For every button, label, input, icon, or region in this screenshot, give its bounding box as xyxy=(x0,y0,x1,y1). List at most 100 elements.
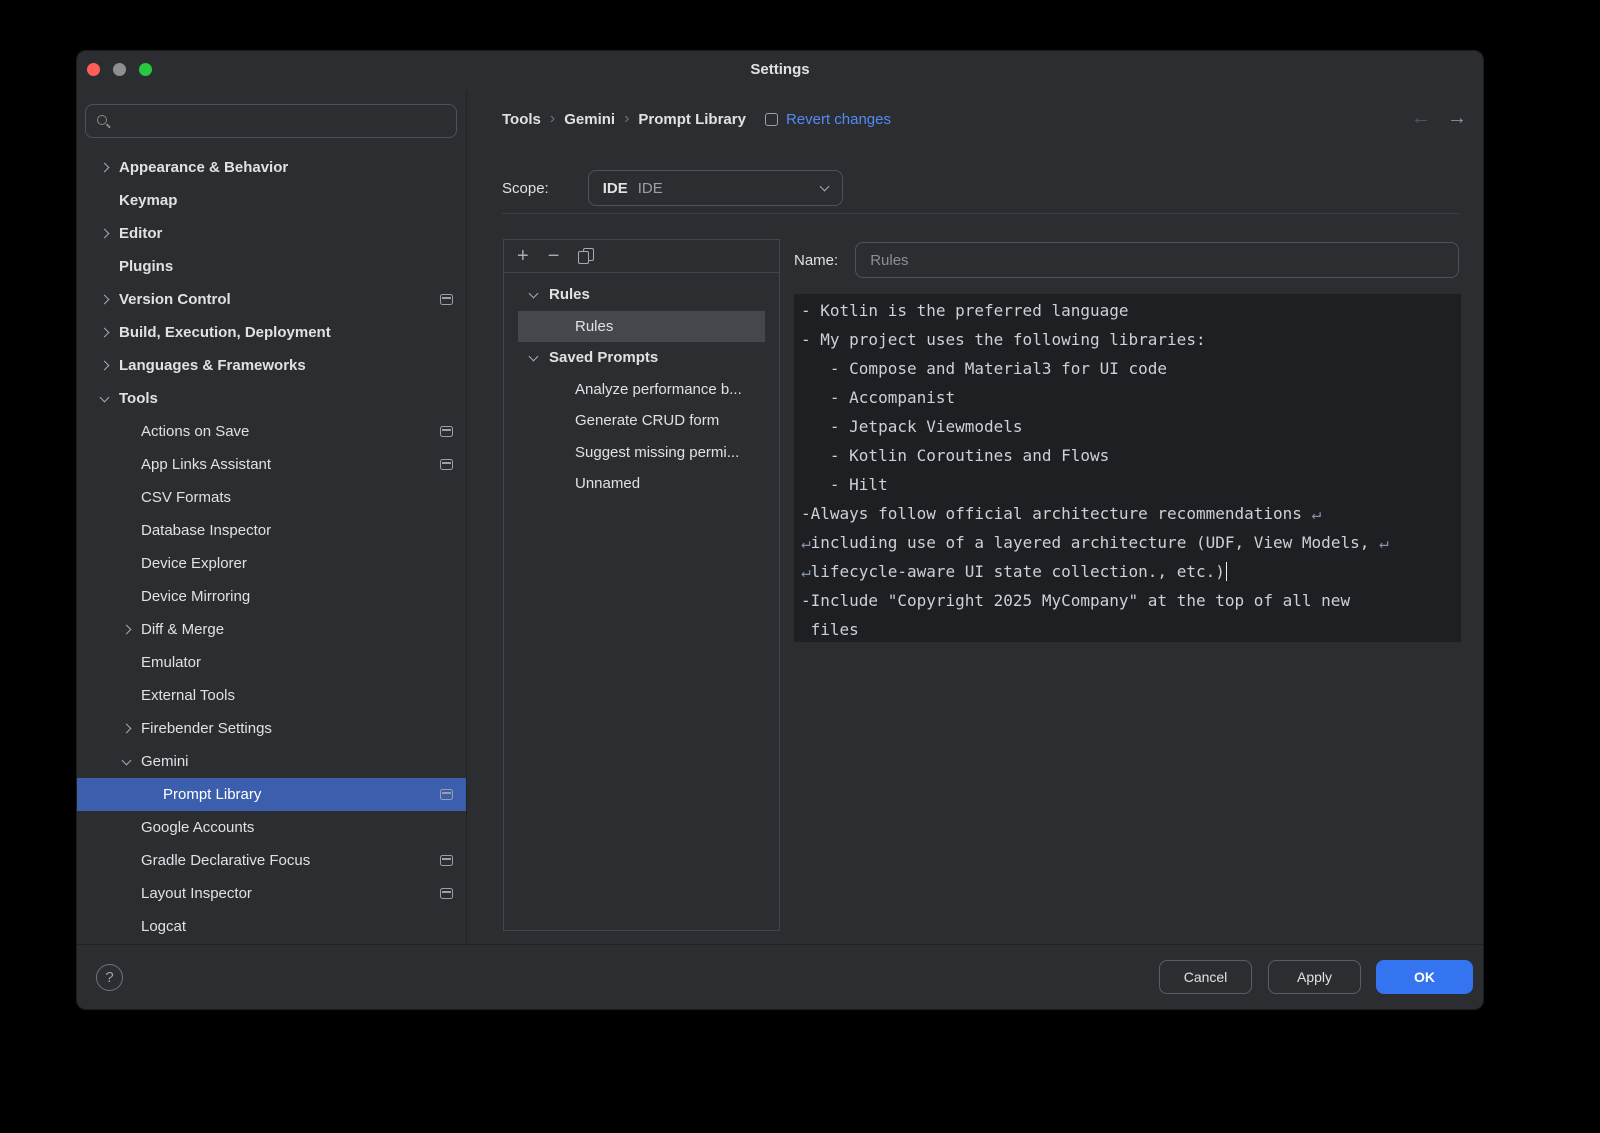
soft-wrap-icon: ↵ xyxy=(1312,504,1322,523)
copy-prompt-button[interactable] xyxy=(578,248,594,264)
chevron-right-icon[interactable] xyxy=(100,328,110,338)
prompt-name-input[interactable] xyxy=(855,242,1459,278)
sidebar-item-tools[interactable]: Tools xyxy=(77,382,466,415)
scope-label: Scope: xyxy=(502,180,549,197)
apply-button[interactable]: Apply xyxy=(1268,960,1361,994)
prompt-item-analyze-performance-b[interactable]: Analyze performance b... xyxy=(518,374,765,406)
remove-prompt-button[interactable]: − xyxy=(548,246,560,266)
forward-arrow[interactable]: → xyxy=(1447,107,1467,130)
sidebar-item-app-links-assistant[interactable]: App Links Assistant xyxy=(77,448,466,481)
settings-search-box[interactable] xyxy=(85,104,457,138)
sidebar-item-logcat[interactable]: Logcat xyxy=(77,910,466,943)
prompt-group-saved-prompts[interactable]: Saved Prompts xyxy=(518,342,765,374)
editor-line: - Kotlin is the preferred language xyxy=(801,296,1461,325)
sidebar-item-diff-merge[interactable]: Diff & Merge xyxy=(77,613,466,646)
sidebar-item-firebender-settings[interactable]: Firebender Settings xyxy=(77,712,466,745)
prompt-item-unnamed[interactable]: Unnamed xyxy=(518,468,765,500)
sidebar-item-plugins[interactable]: Plugins xyxy=(77,250,466,283)
text-caret xyxy=(1226,562,1228,581)
revert-changes-link[interactable]: Revert changes xyxy=(786,111,891,128)
chevron-down-icon[interactable] xyxy=(529,351,539,361)
editor-line-text: - My project uses the following librarie… xyxy=(801,330,1206,349)
add-prompt-button[interactable]: + xyxy=(517,246,529,266)
editor-line-text: - Accompanist xyxy=(801,388,955,407)
sidebar-item-actions-on-save[interactable]: Actions on Save xyxy=(77,415,466,448)
sidebar-item-appearance-behavior[interactable]: Appearance & Behavior xyxy=(77,151,466,184)
scope-row: Scope: IDE IDE xyxy=(502,170,843,206)
sidebar-item-google-accounts[interactable]: Google Accounts xyxy=(77,811,466,844)
sidebar-item-languages-frameworks[interactable]: Languages & Frameworks xyxy=(77,349,466,382)
editor-line: - My project uses the following librarie… xyxy=(801,325,1461,354)
breadcrumb: Tools › Gemini › Prompt Library Revert c… xyxy=(502,108,891,130)
prompt-group-rules[interactable]: Rules xyxy=(518,279,765,311)
sidebar-item-device-explorer[interactable]: Device Explorer xyxy=(77,547,466,580)
ok-button[interactable]: OK xyxy=(1376,960,1473,994)
search-icon xyxy=(96,114,111,129)
prompt-item-generate-crud-form[interactable]: Generate CRUD form xyxy=(518,405,765,437)
chevron-right-icon[interactable] xyxy=(100,163,110,173)
chevron-slot xyxy=(101,362,119,369)
prompt-item-label: Suggest missing permi... xyxy=(575,444,739,461)
editor-line-text: - Hilt xyxy=(801,475,888,494)
chevron-right-icon[interactable] xyxy=(122,625,132,635)
sidebar-item-label: External Tools xyxy=(141,687,235,704)
settings-tree: Appearance & Behavior Keymap Editor Plugins… xyxy=(77,151,466,944)
sidebar-item-version-control[interactable]: Version Control xyxy=(77,283,466,316)
sidebar-item-csv-formats[interactable]: CSV Formats xyxy=(77,481,466,514)
sidebar-item-label: Google Accounts xyxy=(141,819,254,836)
sidebar-item-label: Keymap xyxy=(119,192,177,209)
sidebar-item-device-mirroring[interactable]: Device Mirroring xyxy=(77,580,466,613)
sidebar-item-label: CSV Formats xyxy=(141,489,231,506)
editor-line: ↵lifecycle-aware UI state collection., e… xyxy=(801,557,1461,586)
prompt-list-panel: + − RulesRulesSaved PromptsAnalyze perfo… xyxy=(503,239,780,931)
sidebar-item-label: Firebender Settings xyxy=(141,720,272,737)
chevron-down-icon[interactable] xyxy=(100,392,110,402)
editor-line: - Hilt xyxy=(801,470,1461,499)
editor-line-text: -Include "Copyright 2025 MyCompany" at t… xyxy=(801,591,1350,610)
chevron-down-icon[interactable] xyxy=(122,755,132,765)
sidebar-item-build-execution-deployment[interactable]: Build, Execution, Deployment xyxy=(77,316,466,349)
sidebar-item-prompt-library[interactable]: Prompt Library xyxy=(77,778,466,811)
plugin-badge-icon xyxy=(440,855,453,866)
sidebar-item-external-tools[interactable]: External Tools xyxy=(77,679,466,712)
main-panel: Tools › Gemini › Prompt Library Revert c… xyxy=(468,91,1483,944)
chevron-down-icon xyxy=(819,182,829,192)
plugin-badge-icon xyxy=(440,459,453,470)
sidebar-item-editor[interactable]: Editor xyxy=(77,217,466,250)
chevron-slot xyxy=(123,725,141,732)
scope-divider xyxy=(502,213,1459,214)
chevron-right-icon[interactable] xyxy=(100,361,110,371)
sidebar-item-gemini[interactable]: Gemini xyxy=(77,745,466,778)
sidebar-item-keymap[interactable]: Keymap xyxy=(77,184,466,217)
prompt-text-editor[interactable]: - Kotlin is the preferred language - My p… xyxy=(794,294,1461,642)
sidebar-item-label: Diff & Merge xyxy=(141,621,224,638)
chevron-right-icon[interactable] xyxy=(122,724,132,734)
chevron-down-icon[interactable] xyxy=(529,288,539,298)
chevron-right-icon[interactable] xyxy=(100,229,110,239)
chevron-slot xyxy=(101,296,119,303)
sidebar-item-gradle-declarative-focus[interactable]: Gradle Declarative Focus xyxy=(77,844,466,877)
chevron-right-icon[interactable] xyxy=(100,295,110,305)
prompt-item-suggest-missing-permi[interactable]: Suggest missing permi... xyxy=(518,437,765,469)
sidebar-item-label: Appearance & Behavior xyxy=(119,159,288,176)
sidebar-item-emulator[interactable]: Emulator xyxy=(77,646,466,679)
editor-line: files xyxy=(801,615,1461,642)
sidebar-item-database-inspector[interactable]: Database Inspector xyxy=(77,514,466,547)
titlebar[interactable]: Settings xyxy=(77,51,1483,91)
search-input[interactable] xyxy=(119,112,446,130)
sidebar-item-layout-inspector[interactable]: Layout Inspector xyxy=(77,877,466,910)
breadcrumb-prompt-library[interactable]: Prompt Library xyxy=(638,111,746,128)
breadcrumb-gemini[interactable]: Gemini xyxy=(564,111,615,128)
breadcrumb-tools[interactable]: Tools xyxy=(502,111,541,128)
cancel-button[interactable]: Cancel xyxy=(1159,960,1252,994)
sidebar-item-label: Plugins xyxy=(119,258,173,275)
prompt-item-rules[interactable]: Rules xyxy=(518,311,765,343)
chevron-slot xyxy=(123,760,141,764)
prompt-item-label: Analyze performance b... xyxy=(575,381,742,398)
chevron-slot xyxy=(530,293,549,297)
editor-line-text: - Kotlin is the preferred language xyxy=(801,301,1129,320)
help-button[interactable]: ? xyxy=(96,964,123,991)
back-arrow[interactable]: ← xyxy=(1411,107,1431,130)
chevron-slot xyxy=(101,230,119,237)
scope-dropdown[interactable]: IDE IDE xyxy=(588,170,843,206)
